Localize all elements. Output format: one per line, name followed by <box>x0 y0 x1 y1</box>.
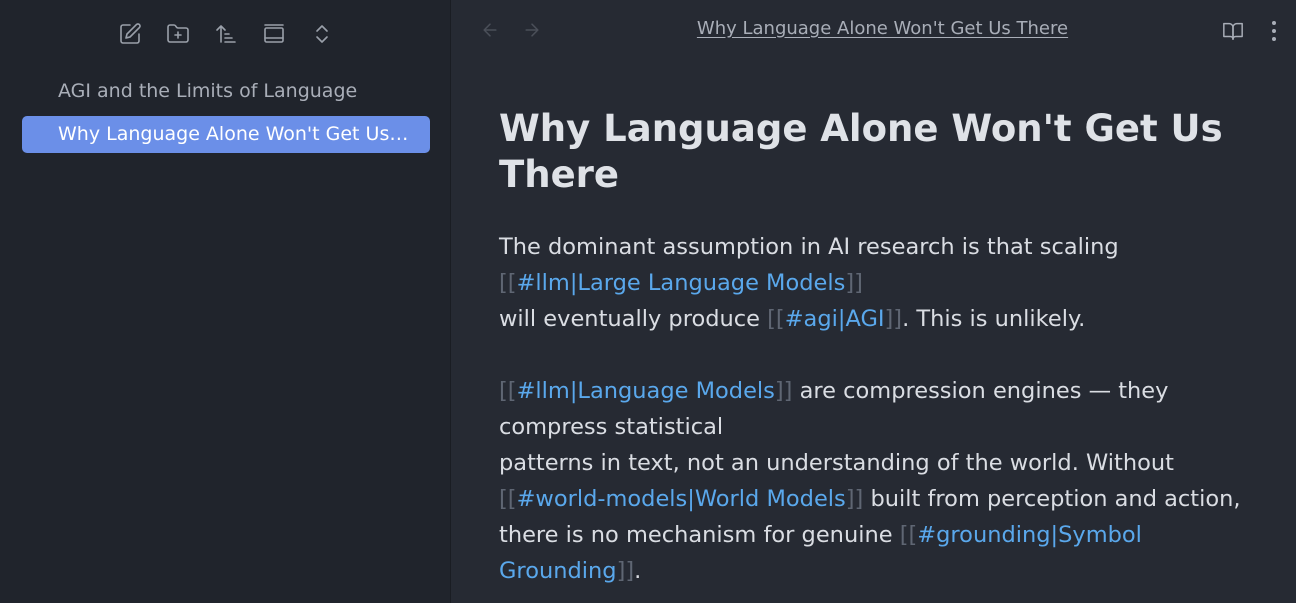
file-list: AGI and the Limits of Language Why Langu… <box>22 73 430 159</box>
auto-reveal-button[interactable] <box>250 18 298 50</box>
internal-link-grounding[interactable]: #grounding|Symbol <box>917 522 1142 548</box>
text-line: Grounding]]. <box>499 553 1259 589</box>
sort-button[interactable] <box>202 18 250 50</box>
text-run: there is no mechanism for genuine <box>499 522 900 548</box>
internal-link-world-models[interactable]: #world-models|World Models <box>517 486 846 512</box>
collapse-all-button[interactable] <box>298 18 346 50</box>
forward-button[interactable] <box>519 17 545 43</box>
internal-link-llm[interactable]: #llm|Large Language Models <box>517 270 846 296</box>
new-note-button[interactable] <box>106 18 154 50</box>
link-bracket: [[ <box>499 270 517 296</box>
view-header: Why Language Alone Won't Get Us There <box>451 0 1296 60</box>
app-window: AGI and the Limits of Language Why Langu… <box>0 0 1296 603</box>
link-bracket: [[ <box>899 522 918 548</box>
note-title-line: There <box>499 153 620 196</box>
link-bracket: [[ <box>499 486 517 512</box>
text-line: [[#llm|Language Models]] are compression… <box>499 373 1259 409</box>
reading-view-button[interactable] <box>1220 18 1246 44</box>
book-open-icon <box>1223 22 1243 40</box>
sort-icon <box>215 25 236 43</box>
file-item-active[interactable]: Why Language Alone Won't Get Us T... <box>22 116 430 153</box>
text-run: built from perception and action, <box>863 486 1241 512</box>
text-line: [[#world-models|World Models]] built fro… <box>499 481 1259 517</box>
view-header-title[interactable]: Why Language Alone Won't Get Us There <box>695 18 1070 39</box>
internal-link-grounding[interactable]: Grounding <box>499 558 617 584</box>
back-button[interactable] <box>477 17 503 43</box>
arrow-right-icon <box>525 23 539 37</box>
text-line: The dominant assumption in AI research i… <box>499 234 1119 260</box>
paragraph: [[#llm|Language Models]] are compression… <box>499 373 1259 589</box>
link-bracket: [[ <box>767 306 785 332</box>
new-note-icon <box>119 23 141 44</box>
reveal-icon <box>263 24 284 43</box>
file-item-agi-limits[interactable]: AGI and the Limits of Language <box>22 73 430 110</box>
arrow-left-icon <box>483 23 497 37</box>
dot <box>1272 29 1276 33</box>
text-run: . <box>634 558 642 584</box>
link-bracket: ]] <box>884 306 903 332</box>
sidebar-toolbar <box>0 18 451 50</box>
note-title: Why Language Alone Won't Get Us There <box>499 106 1223 198</box>
dot <box>1272 37 1276 41</box>
editor-pane: Why Language Alone Won't Get Us There Wh… <box>451 0 1296 603</box>
collapse-expand-icon <box>315 25 328 43</box>
text-line: [[#llm|Large Language Models]] <box>499 265 1259 301</box>
note-content[interactable]: Why Language Alone Won't Get Us There Th… <box>499 106 1259 589</box>
paragraph: The dominant assumption in AI research i… <box>499 229 1259 337</box>
link-bracket: ]] <box>845 486 864 512</box>
link-bracket: ]] <box>774 378 793 404</box>
text-line: there is no mechanism for genuine [[#gro… <box>499 517 1259 553</box>
text-run: will eventually produce <box>499 306 768 332</box>
link-bracket: ]] <box>845 270 863 296</box>
text-line: patterns in text, not an understanding o… <box>499 450 1174 476</box>
note-title-line: Why Language Alone Won't Get Us <box>499 107 1223 150</box>
dot <box>1272 21 1276 25</box>
link-bracket: [[ <box>499 378 517 404</box>
internal-link-agi[interactable]: #agi|AGI <box>785 306 885 332</box>
text-run: . This is unlikely. <box>902 306 1086 332</box>
text-line: will eventually produce [[#agi|AGI]]. Th… <box>499 301 1259 337</box>
new-folder-icon <box>166 24 189 43</box>
new-folder-button[interactable] <box>154 18 202 50</box>
link-bracket: ]] <box>616 558 635 584</box>
text-line: compress statistical <box>499 414 724 440</box>
text-run: are compression engines — they <box>792 378 1169 404</box>
internal-link-language-models[interactable]: #llm|Language Models <box>517 378 775 404</box>
file-explorer-sidebar: AGI and the Limits of Language Why Langu… <box>0 0 451 603</box>
more-options-icon[interactable] <box>1264 18 1284 44</box>
